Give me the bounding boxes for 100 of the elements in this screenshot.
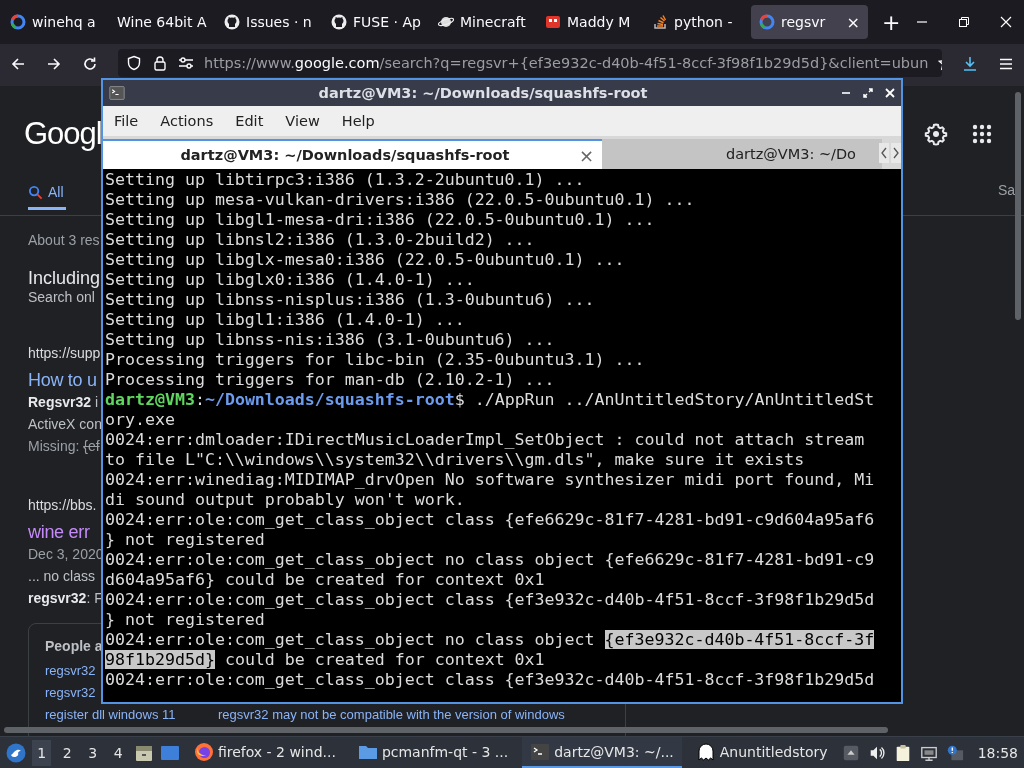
ring-icon xyxy=(10,14,26,30)
browser-tab[interactable]: Wine 64bit A xyxy=(109,5,214,39)
terminal-line: dartz@VM3:~/Downloads/squashfs-root$ ./AppRun ../AnUntitledStory/AnUntitledSt xyxy=(105,390,876,410)
start-menu-icon[interactable] xyxy=(6,742,26,763)
related-query-link[interactable]: regsvr32 xyxy=(45,682,96,704)
terminal-line: Setting up libnsl2:i386 (1.3.0-2build2) ... xyxy=(105,230,536,250)
result-snippet: Regsvr32 i xyxy=(28,393,99,412)
missing-terms: Missing: {ef xyxy=(28,437,100,456)
terminal-line: ory.exe xyxy=(105,410,176,430)
terminal-icon xyxy=(530,741,551,762)
lock-icon[interactable] xyxy=(152,55,168,71)
menu-item[interactable]: Actions xyxy=(149,113,225,129)
stack-icon xyxy=(652,14,668,30)
taskbar-button[interactable]: Anuntitledstory xyxy=(687,737,836,768)
menu-item[interactable]: Edit xyxy=(224,113,275,129)
menu-item[interactable]: File xyxy=(103,113,150,129)
terminal-line: di sound output probably won't work. xyxy=(105,490,466,510)
terminal-line: Setting up libnss-nis:i386 (3.1-0ubuntu6) ... xyxy=(105,330,556,350)
close-tab-button[interactable]: × xyxy=(578,144,594,166)
forward-icon[interactable] xyxy=(46,56,62,72)
result-count: About 3 res xyxy=(28,232,100,248)
maximize-icon[interactable] xyxy=(863,88,873,98)
scrollbar-thumb[interactable] xyxy=(1015,92,1021,320)
close-tab-button[interactable]: × xyxy=(846,12,860,32)
browser-tab[interactable]: regsvr × xyxy=(751,5,868,39)
terminal-icon xyxy=(109,85,125,101)
url-text: https://www.google.com/search?q=regsvr+{ef3e932c-d40b-4f51-8ccf-3f98f1b29d5d}&client=ubun xyxy=(204,55,929,71)
workspace-button[interactable]: 4 xyxy=(108,739,128,766)
terminal-line: } not registered xyxy=(105,530,266,550)
taskbar-button[interactable]: pcmanfm-qt - 3 ... xyxy=(349,737,517,768)
menu-item[interactable]: Help xyxy=(330,113,386,129)
notice-text: Search onl xyxy=(28,289,95,305)
close-icon[interactable] xyxy=(1000,16,1012,28)
workspace-button[interactable]: 1 xyxy=(32,739,52,766)
terminal-line: 0024:err:winediag:MIDIMAP_drvOpen No software synthesizer midi port found, Mi xyxy=(105,470,876,490)
terminal-line: to file L"C:\\windows\\system32\\drivers\\gm.dls", make sure it exists xyxy=(105,450,806,470)
search-tab[interactable]: All xyxy=(28,182,66,210)
terminal-line: 0024:err:ole:com_get_class_object no class object {ef3e932c-d40b-4f51-8ccf-3f xyxy=(105,630,876,650)
terminal-line: } not registered xyxy=(105,610,266,630)
terminal-line: Setting up libglx0:i386 (1.4.0-1) ... xyxy=(105,270,476,290)
result-url[interactable]: https://supp xyxy=(28,345,101,361)
related-query-link[interactable]: regsvr32 xyxy=(45,660,96,682)
terminal-line: 0024:err:ole:com_get_class_object class {efe6629c-81f7-4281-bd91-c9d604a95af6 xyxy=(105,510,876,530)
ring-icon xyxy=(759,14,775,30)
terminal-tab[interactable]: dartz@VM3: ~/Do xyxy=(602,139,882,169)
cat-icon xyxy=(331,14,347,30)
browser-tab[interactable]: Minecraft xyxy=(430,5,535,39)
terminal-tab[interactable]: dartz@VM3: ~/Downloads/squashfs-root × xyxy=(103,139,602,169)
back-icon[interactable] xyxy=(10,56,26,72)
browser-tab[interactable]: python - xyxy=(644,5,749,39)
result-snippet: ... no class xyxy=(28,567,95,586)
terminal-line: Setting up libglx-mesa0:i386 (22.0.5-0ubuntu0.1) ... xyxy=(105,250,626,270)
terminal-line: Setting up mesa-vulkan-drivers:i386 (22.0.5-0ubuntu0.1) ... xyxy=(105,190,696,210)
result-title[interactable]: How to u xyxy=(28,370,97,391)
workspace-button[interactable]: 3 xyxy=(82,739,103,766)
logo[interactable]: Googl xyxy=(24,116,102,152)
window-title: dartz@VM3: ~/Downloads/squashfs-root xyxy=(317,85,649,101)
scroll-left-icon[interactable] xyxy=(879,143,889,163)
result-url[interactable]: https://bbs. xyxy=(28,497,97,513)
terminal-line: Processing triggers for man-db (2.10.2-1) ... xyxy=(105,370,556,390)
shield-icon[interactable] xyxy=(126,55,142,71)
sliders-icon[interactable] xyxy=(178,55,194,71)
browser-tab[interactable]: winehq a xyxy=(2,5,107,39)
browser-tab[interactable]: Issues · n xyxy=(216,5,321,39)
download-icon[interactable] xyxy=(962,56,978,72)
terminal-line: 0024:err:ole:com_get_class_object class {ef3e932c-d40b-4f51-8ccf-3f98f1b29d5d xyxy=(105,670,876,690)
notification-icon[interactable] xyxy=(945,743,964,762)
terminal-line: 0024:err:dmloader:IDirectMusicLoaderImpl_SetObject : could not attach stream xyxy=(105,430,866,450)
menu-icon[interactable] xyxy=(998,56,1014,72)
terminal-line: Setting up libgl1-mesa-dri:i386 (22.0.5-0ubuntu0.1) ... xyxy=(105,210,656,230)
planet-icon xyxy=(438,14,454,30)
related-query-link[interactable]: register dll windows 11 xyxy=(45,704,218,726)
terminal-line: Processing triggers for libc-bin (2.35-0ubuntu3.1) ... xyxy=(105,350,646,370)
scrollbar-thumb[interactable] xyxy=(4,727,888,733)
terminal-line: 0024:err:ole:com_get_class_object class {ef3e932c-d40b-4f51-8ccf-3f98f1b29d5d xyxy=(105,590,876,610)
related-answer: regsvr32 may not be compatible with the version of windows xyxy=(218,706,565,724)
cat-icon xyxy=(224,14,240,30)
fox-icon xyxy=(193,741,214,762)
address-bar[interactable]: https://www.google.com/search?q=regsvr+{ef3e932c-d40b-4f51-8ccf-3f98f1b29d5d}&client=ubun xyxy=(118,49,942,77)
settings-icon[interactable] xyxy=(924,122,948,146)
browser-tab[interactable]: FUSE · Ap xyxy=(323,5,428,39)
browser-tab[interactable]: Maddy M xyxy=(537,5,642,39)
clock[interactable]: 18:58 xyxy=(977,744,1018,761)
notice-title: Including xyxy=(28,268,101,289)
taskbar-button[interactable]: dartz@VM3: ~/... xyxy=(522,737,682,768)
terminal-line: 0024:err:ole:com_get_class_object no class object {efe6629c-81f7-4281-bd91-c9 xyxy=(105,550,876,570)
apps-grid-icon[interactable] xyxy=(970,122,994,146)
taskbar-button[interactable]: firefox - 2 wind... xyxy=(185,737,344,768)
result-title[interactable]: wine err xyxy=(28,522,90,543)
close-icon[interactable] xyxy=(885,88,895,98)
reload-icon[interactable] xyxy=(82,56,98,72)
nav-label[interactable]: Sa xyxy=(997,182,1015,198)
result-snippet: ActiveX con xyxy=(28,415,102,434)
scroll-right-icon[interactable] xyxy=(891,143,901,163)
new-tab-button[interactable]: + xyxy=(882,9,901,35)
terminal-line: Setting up libtirpc3:i386 (1.3.2-2ubuntu0.1) ... xyxy=(105,170,586,190)
ghost-icon xyxy=(695,741,716,762)
workspace-button[interactable]: 2 xyxy=(57,739,77,766)
menu-item[interactable]: View xyxy=(274,113,331,129)
restore-icon[interactable] xyxy=(958,16,970,28)
